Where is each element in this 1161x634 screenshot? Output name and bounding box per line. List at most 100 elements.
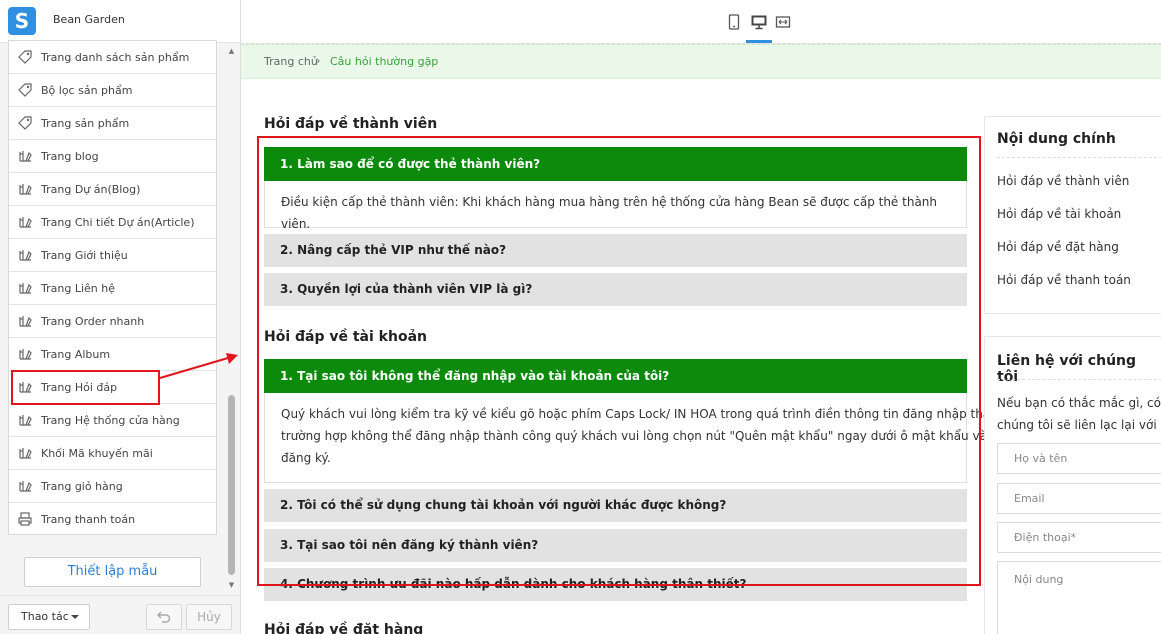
faq-sidebar: Nội dung chính Hỏi đáp về thành viên Hỏi… [984, 116, 1161, 634]
faq-question-account-1[interactable]: 1. Tại sao tôi không thể đăng nhập vào t… [264, 359, 967, 393]
left-panel: S Bean Garden Trang danh sách sản phẩm B… [0, 0, 241, 634]
blog-icon [17, 478, 33, 494]
sidebar-item-label: Bộ lọc sản phẩm [41, 83, 133, 97]
sidebar-item-project-blog[interactable]: Trang Dự án(Blog) [9, 173, 216, 206]
sidebar-item-label: Trang Chi tiết Dự án(Article) [41, 215, 195, 229]
answer-text: Điều kiện cấp thẻ thành viên: Khi khách … [281, 195, 938, 231]
sidebar-item-label: Trang Hệ thống cửa hàng [41, 413, 180, 427]
sidebar-item-product-filter[interactable]: Bộ lọc sản phẩm [9, 74, 216, 107]
setup-template-button[interactable]: Thiết lập mẫu [24, 557, 201, 587]
sidebar-item-label: Trang danh sách sản phẩm [41, 50, 190, 64]
sidebar-item-faq[interactable]: Trang Hỏi đáp [9, 371, 216, 404]
tag-icon [17, 115, 33, 131]
name-field[interactable]: Họ và tên [997, 443, 1161, 474]
contact-box: Liên hệ với chúng tôi Nếu bạn có thắc mắ… [984, 336, 1161, 634]
actions-label: Thao tác [21, 610, 69, 623]
side-link-order[interactable]: Hỏi đáp về đặt hàng [997, 240, 1119, 254]
faq-question-account-2[interactable]: 2. Tôi có thể sử dụng chung tài khoản vớ… [264, 489, 967, 522]
sidebar-item-label: Trang sản phẩm [41, 116, 130, 130]
divider [997, 157, 1161, 158]
scrollbar-thumb[interactable] [228, 395, 235, 575]
sidebar-item-label: Trang Giới thiệu [41, 248, 128, 262]
sidebar-item-album[interactable]: Trang Album [9, 338, 216, 371]
sidebar-item-checkout[interactable]: Trang thanh toán [9, 503, 216, 534]
divider [997, 379, 1161, 380]
email-field[interactable]: Email [997, 483, 1161, 514]
contact-description-line: Nếu bạn có thắc mắc gì, có thể g [997, 396, 1161, 410]
blog-icon [17, 247, 33, 263]
page-preview: Trang chủ › Câu hỏi thường gặp Hỏi đáp v… [241, 44, 1161, 634]
answer-line: Quý khách vui lòng kiểm tra kỹ về kiểu g… [281, 407, 1039, 421]
sidebar-item-label: Trang Hỏi đáp [41, 380, 118, 394]
tag-icon [17, 49, 33, 65]
faq-question-account-4[interactable]: 4. Chương trình ưu đãi nào hấp dẫn dành … [264, 568, 967, 601]
answer-line: trường hợp không thể đăng nhập thành côn… [281, 429, 1077, 443]
side-link-member[interactable]: Hỏi đáp về thành viên [997, 174, 1129, 188]
answer-line: đăng ký. [281, 451, 331, 465]
scroll-down-icon[interactable]: ▼ [227, 581, 236, 589]
printer-icon [17, 511, 33, 527]
faq-question-account-3[interactable]: 3. Tại sao tôi nên đăng ký thành viên? [264, 529, 967, 562]
blog-icon [17, 313, 33, 329]
breadcrumb-current: Câu hỏi thường gặp [330, 55, 439, 68]
sidebar-item-quick-order[interactable]: Trang Order nhanh [9, 305, 216, 338]
caret-down-icon [71, 615, 79, 619]
store-name: Bean Garden [53, 13, 125, 26]
sidebar-item-product[interactable]: Trang sản phẩm [9, 107, 216, 140]
editor-window: S Bean Garden Trang danh sách sản phẩm B… [0, 0, 1161, 634]
faq-question-member-2[interactable]: 2. Nâng cấp thẻ VIP như thế nào? [264, 234, 967, 267]
breadcrumb: Trang chủ › Câu hỏi thường gặp [241, 44, 1161, 79]
sidebar-item-contact[interactable]: Trang Liên hệ [9, 272, 216, 305]
main-content-title: Nội dung chính [997, 131, 1116, 147]
contact-description: Nếu bạn có thắc mắc gì, có thể g chúng t… [997, 392, 1161, 436]
breadcrumb-home-link[interactable]: Trang chủ [264, 55, 318, 68]
blog-icon [17, 412, 33, 428]
mobile-view-icon[interactable] [724, 12, 744, 32]
sidebar-item-project-article[interactable]: Trang Chi tiết Dự án(Article) [9, 206, 216, 239]
side-link-account[interactable]: Hỏi đáp về tài khoản [997, 207, 1121, 221]
blog-icon [17, 445, 33, 461]
sidebar-item-label: Trang blog [41, 149, 99, 163]
faq-question-member-3[interactable]: 3. Quyền lợi của thành viên VIP là gì? [264, 273, 967, 306]
active-device-indicator [746, 40, 772, 43]
fullwidth-view-icon[interactable] [773, 12, 793, 32]
sidebar-item-promo-code[interactable]: Khối Mã khuyến mãi [9, 437, 216, 470]
contact-description-line: chúng tôi sẽ liên lạc lại với bạn sc [997, 418, 1161, 432]
sidebar-item-label: Khối Mã khuyến mãi [41, 446, 153, 460]
main-content-box: Nội dung chính Hỏi đáp về thành viên Hỏi… [984, 116, 1161, 314]
actions-dropdown[interactable]: Thao tác [8, 604, 90, 630]
page-template-list: Trang danh sách sản phẩm Bộ lọc sản phẩm… [8, 40, 217, 535]
sidebar-item-label: Trang Liên hệ [41, 281, 115, 295]
blog-icon [17, 379, 33, 395]
undo-icon [156, 608, 171, 627]
sidebar-item-label: Trang Order nhanh [41, 314, 145, 328]
section-title-member: Hỏi đáp về thành viên [264, 116, 438, 132]
sidebar-item-label: Trang Album [41, 347, 111, 361]
phone-field[interactable]: Điện thoại* [997, 522, 1161, 553]
store-logo[interactable]: S [8, 7, 36, 35]
sidebar-item-label: Trang Dự án(Blog) [41, 182, 141, 196]
desktop-view-icon[interactable] [749, 12, 769, 32]
undo-button[interactable] [146, 604, 182, 630]
breadcrumb-separator: › [316, 54, 321, 67]
sidebar-item-store-system[interactable]: Trang Hệ thống cửa hàng [9, 404, 216, 437]
sidebar-item-cart[interactable]: Trang giỏ hàng [9, 470, 216, 503]
section-title-account: Hỏi đáp về tài khoản [264, 329, 427, 345]
sidebar-item-label: Trang giỏ hàng [41, 479, 123, 493]
scroll-up-icon[interactable]: ▲ [227, 47, 236, 55]
blog-icon [17, 181, 33, 197]
sidebar-scrollbar[interactable]: ▲ ▼ [227, 45, 236, 590]
faq-answer-member-1: Điều kiện cấp thẻ thành viên: Khi khách … [264, 181, 967, 231]
content-textarea[interactable]: Nội dung [997, 561, 1161, 634]
blog-icon [17, 214, 33, 230]
sidebar-item-blog[interactable]: Trang blog [9, 140, 216, 173]
side-link-payment[interactable]: Hỏi đáp về thanh toán [997, 273, 1131, 287]
cancel-button[interactable]: Hủy [186, 604, 232, 630]
sidebar-item-product-list[interactable]: Trang danh sách sản phẩm [9, 41, 216, 74]
faq-question-member-1[interactable]: 1. Làm sao để có được thẻ thành viên? [264, 147, 967, 181]
blog-icon [17, 346, 33, 362]
sidebar-item-about[interactable]: Trang Giới thiệu [9, 239, 216, 272]
blog-icon [17, 280, 33, 296]
left-bottom-bar: Thao tác Hủy [0, 595, 240, 634]
faq-answer-account-1: Quý khách vui lòng kiểm tra kỹ về kiểu g… [264, 393, 1077, 483]
